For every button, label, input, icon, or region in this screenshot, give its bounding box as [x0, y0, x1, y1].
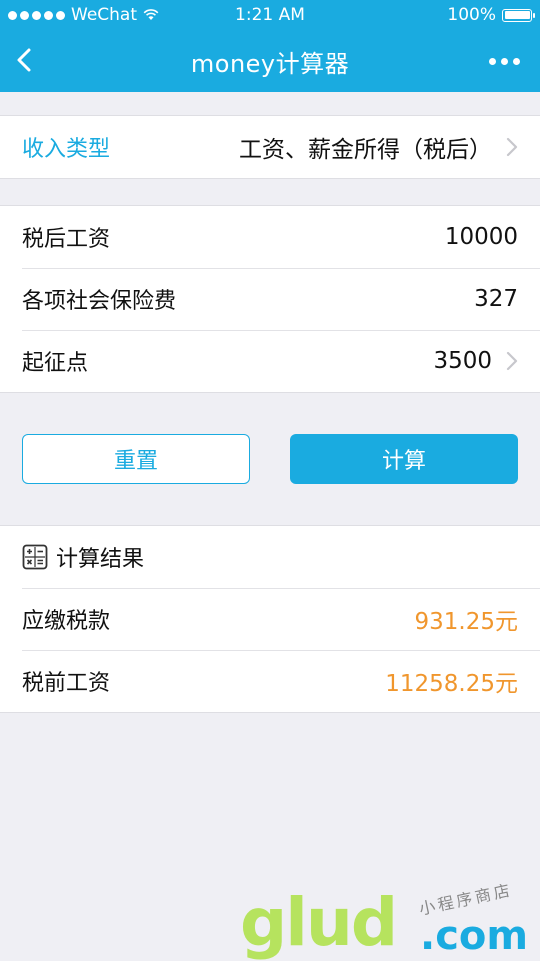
threshold-value: 3500 [433, 348, 492, 374]
pre-tax-salary-row: 税前工资 11258.25元 [0, 650, 540, 712]
social-insurance-input[interactable]: 327 [474, 286, 518, 312]
more-icon[interactable] [489, 58, 520, 65]
pre-tax-salary-label: 税前工资 [22, 671, 111, 696]
income-type-value: 工资、薪金所得（税后） [239, 137, 492, 163]
social-insurance-label: 各项社会保险费 [22, 289, 177, 314]
battery-status: 100% [447, 5, 535, 25]
threshold-label: 起征点 [22, 351, 89, 376]
social-insurance-row[interactable]: 各项社会保险费 327 [0, 268, 540, 330]
tax-due-row: 应缴税款 931.25元 [0, 588, 540, 650]
watermark-logo-text: glud [240, 884, 398, 961]
result-header: 计算结果 [0, 526, 540, 588]
status-bar: WeChat 1:21 AM 100% [0, 0, 540, 30]
input-group: 税后工资 10000 各项社会保险费 327 起征点 3500 [0, 205, 540, 393]
calculator-icon [22, 544, 48, 570]
after-tax-salary-row[interactable]: 税后工资 10000 [0, 206, 540, 268]
after-tax-salary-label: 税后工资 [22, 227, 111, 252]
reset-button[interactable]: 重置 [22, 434, 250, 484]
action-buttons: 重置 计算 [0, 434, 540, 484]
result-title: 计算结果 [56, 547, 145, 572]
income-type-row[interactable]: 收入类型 工资、薪金所得（税后） [0, 116, 540, 178]
pre-tax-salary-value: 11258.25元 [385, 671, 518, 697]
chevron-right-icon [506, 351, 518, 371]
battery-icon [502, 8, 535, 22]
income-type-group: 收入类型 工资、薪金所得（税后） [0, 115, 540, 179]
nav-bar: money计算器 [0, 30, 540, 92]
calculate-button[interactable]: 计算 [290, 434, 518, 484]
threshold-row[interactable]: 起征点 3500 [0, 330, 540, 392]
income-type-label: 收入类型 [22, 137, 111, 162]
result-group: 计算结果 应缴税款 931.25元 税前工资 11258.25元 [0, 525, 540, 713]
page-title: money计算器 [190, 50, 350, 78]
header: WeChat 1:21 AM 100% money计算器 [0, 0, 540, 92]
watermark-suffix: .com [420, 913, 529, 959]
result-title-wrap: 计算结果 [22, 541, 518, 573]
tax-due-value: 931.25元 [414, 609, 518, 635]
battery-label: 100% [447, 5, 496, 25]
watermark-logo: glud .com 小程序商店 [240, 880, 530, 961]
tax-due-label: 应缴税款 [22, 609, 111, 634]
chevron-right-icon [506, 137, 518, 157]
after-tax-salary-input[interactable]: 10000 [445, 224, 518, 250]
